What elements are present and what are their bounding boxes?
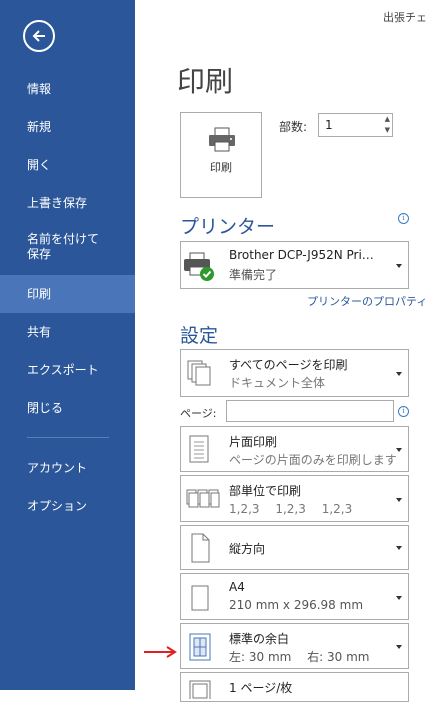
print-range-title: すべてのページを印刷 xyxy=(229,358,348,372)
pages-label: ページ: xyxy=(180,407,217,420)
sides-title: 片面印刷 xyxy=(229,435,278,449)
chevron-down-icon xyxy=(396,645,402,649)
margins-desc: 左: 30 mm 右: 30 mm xyxy=(229,650,370,664)
sidebar-item-label: 上書き保存 xyxy=(27,196,88,210)
copies-value: 1 xyxy=(325,118,333,132)
sidebar-item-label: 共有 xyxy=(27,325,52,339)
print-range-dropdown[interactable]: すべてのページを印刷 ドキュメント全体 xyxy=(180,349,409,397)
chevron-down-icon xyxy=(396,372,402,376)
sides-dropdown[interactable]: 片面印刷 ページの片面のみを印刷します xyxy=(180,426,409,472)
print-button[interactable]: 印刷 xyxy=(180,112,262,198)
sidebar-item-label-line1: 名前を付けて xyxy=(27,232,100,246)
copies-label: 部数: xyxy=(279,120,308,134)
portrait-icon xyxy=(191,533,210,563)
sidebar-item-save-as[interactable]: 名前を付けて 保存 xyxy=(0,227,135,271)
sidebar-item-options[interactable]: オプション xyxy=(0,487,135,525)
one-sided-icon xyxy=(189,435,209,463)
chevron-down-icon xyxy=(396,546,402,550)
orientation-title: 縦方向 xyxy=(229,542,266,556)
backstage-sidebar: 情報 新規 開く 上書き保存 名前を付けて 保存 印刷 共有 エクスポート 閉じ… xyxy=(0,0,135,690)
print-range-desc: ドキュメント全体 xyxy=(229,376,326,390)
sidebar-item-label: 閉じる xyxy=(27,401,64,415)
pages-icon xyxy=(187,360,211,386)
sidebar-item-label: 印刷 xyxy=(27,287,52,301)
spin-down-icon[interactable]: ▼ xyxy=(385,126,390,134)
margins-dropdown[interactable]: 標準の余白 左: 30 mm 右: 30 mm xyxy=(180,623,409,669)
sidebar-item-label-line2: 保存 xyxy=(27,247,52,261)
sidebar-item-export[interactable]: エクスポート xyxy=(0,351,135,389)
margins-icon xyxy=(189,633,211,661)
pages-per-sheet-icon xyxy=(189,680,211,699)
window-title: 出張チェッ xyxy=(383,11,426,24)
orientation-dropdown[interactable]: 縦方向 xyxy=(180,525,409,570)
page-title: 印刷 xyxy=(177,65,234,98)
paper-size-icon xyxy=(191,585,209,611)
paper-size-dropdown[interactable]: A4 210 mm x 296.98 mm xyxy=(180,573,409,620)
paper-size-title: A4 xyxy=(229,580,245,594)
sidebar-item-info[interactable]: 情報 xyxy=(0,70,135,108)
pages-per-sheet-dropdown[interactable]: 1 ページ/枚 xyxy=(180,672,409,702)
paper-size-desc: 210 mm x 296.98 mm xyxy=(229,598,364,612)
printer-dropdown[interactable]: Brother DCP-J952N Pri… 準備完了 xyxy=(180,241,409,289)
sidebar-item-save[interactable]: 上書き保存 xyxy=(0,184,135,222)
sidebar-item-label: 新規 xyxy=(27,120,52,134)
sidebar-item-close[interactable]: 閉じる xyxy=(0,389,135,427)
sidebar-divider xyxy=(27,437,109,438)
printer-icon xyxy=(209,127,235,152)
sidebar-item-new[interactable]: 新規 xyxy=(0,108,135,146)
collate-icon xyxy=(186,489,220,508)
spin-up-icon[interactable]: ▲ xyxy=(385,115,390,123)
chevron-down-icon xyxy=(396,448,402,452)
sidebar-item-share[interactable]: 共有 xyxy=(0,313,135,351)
back-arrow-icon xyxy=(32,30,45,42)
collation-dropdown[interactable]: 部単位で印刷 1,2,3 1,2,3 1,2,3 xyxy=(180,475,409,522)
margins-title: 標準の余白 xyxy=(229,632,290,646)
pages-input[interactable] xyxy=(226,400,394,422)
print-button-label: 印刷 xyxy=(210,161,232,174)
settings-section-title: 設定 xyxy=(180,325,219,347)
printer-properties-link[interactable]: プリンターのプロパティ xyxy=(307,293,426,309)
chevron-down-icon xyxy=(396,264,402,268)
copies-spinner[interactable]: 1 ▲ ▼ xyxy=(318,113,393,137)
back-button[interactable] xyxy=(23,20,55,52)
sides-desc: ページの片面のみを印刷します xyxy=(229,453,397,467)
sidebar-item-label: 情報 xyxy=(27,82,52,96)
sidebar-item-label: アカウント xyxy=(27,461,88,475)
printer-status: 準備完了 xyxy=(229,268,278,282)
printer-info-icon[interactable]: i xyxy=(398,213,409,224)
printer-section-title: プリンター xyxy=(180,216,276,238)
collation-desc: 1,2,3 1,2,3 1,2,3 xyxy=(229,502,353,516)
pages-per-sheet-title: 1 ページ/枚 xyxy=(229,681,293,695)
sidebar-item-open[interactable]: 開く xyxy=(0,146,135,184)
printer-ready-icon xyxy=(184,252,214,281)
chevron-down-icon xyxy=(396,498,402,502)
sidebar-item-print[interactable]: 印刷 xyxy=(0,275,135,313)
sidebar-item-label: オプション xyxy=(27,499,88,513)
sidebar-item-account[interactable]: アカウント xyxy=(0,449,135,487)
red-arrow-icon xyxy=(144,646,177,658)
pages-info-icon[interactable]: i xyxy=(398,406,409,417)
chevron-down-icon xyxy=(396,596,402,600)
collation-title: 部単位で印刷 xyxy=(229,484,302,498)
printer-name: Brother DCP-J952N Pri… xyxy=(229,248,374,262)
sidebar-item-label: 開く xyxy=(27,158,52,172)
sidebar-item-label: エクスポート xyxy=(27,363,99,377)
